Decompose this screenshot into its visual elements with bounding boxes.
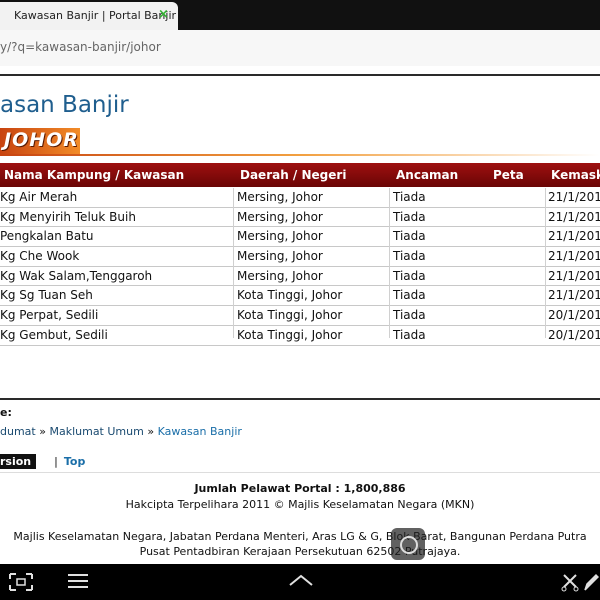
browser-tab[interactable]: Kawasan Banjir | Portal Banjir × xyxy=(0,2,178,30)
table-header-row: Nama Kampung / Kawasan Daerah / Negeri A… xyxy=(0,163,600,187)
cell-daerah: Kota Tinggi, Johor xyxy=(237,308,343,323)
breadcrumb-separator: » xyxy=(143,425,158,438)
system-navigation-bar xyxy=(0,564,600,600)
table-row: Kg Sg Tuan Seh Kota Tinggi, Johor Tiada … xyxy=(0,286,600,307)
cell-ancaman: Tiada xyxy=(393,190,426,204)
cell-ancaman: Tiada xyxy=(393,268,426,283)
close-tab-icon[interactable]: × xyxy=(158,7,169,22)
table-row: Kg Gembut, Sedili Kota Tinggi, Johor Tia… xyxy=(0,326,600,346)
cell-kampung: Pengkalan Batu xyxy=(0,229,94,244)
breadcrumb-heading: e: xyxy=(0,406,12,419)
footer-separator: | xyxy=(54,455,58,468)
breadcrumb: dumat » Maklumat Umum » Kawasan Banjir xyxy=(0,425,242,438)
banner-underline xyxy=(0,154,600,156)
cell-kemaskini: 21/1/201 xyxy=(548,190,600,204)
state-banner: JOHOR xyxy=(0,128,80,154)
page-content: asan Banjir JOHOR Nama Kampung / Kawasan… xyxy=(0,66,600,564)
address-line-1: Majlis Keselamatan Negara, Jabatan Perda… xyxy=(13,530,587,543)
breadcrumb-separator: » xyxy=(35,425,50,438)
address-bar[interactable]: y/?q=kawasan-banjir/johor xyxy=(0,30,600,67)
cell-kemaskini: 20/1/201 xyxy=(548,327,600,342)
cell-daerah: Mersing, Johor xyxy=(237,209,323,224)
cell-daerah: Mersing, Johor xyxy=(237,190,323,204)
cut-icon[interactable] xyxy=(561,572,579,597)
cell-ancaman: Tiada xyxy=(393,209,426,224)
up-chevron-icon[interactable] xyxy=(288,572,314,593)
column-divider xyxy=(233,188,234,338)
cell-kampung: Kg Sg Tuan Seh xyxy=(0,288,93,303)
footer-nav: rsion | Top xyxy=(0,454,85,469)
table-row: Kg Wak Salam,Tenggaroh Mersing, Johor Ti… xyxy=(0,267,600,287)
header-divider xyxy=(0,74,600,76)
cell-daerah: Mersing, Johor xyxy=(237,268,323,283)
cell-daerah: Mersing, Johor xyxy=(237,249,323,264)
pen-icon[interactable] xyxy=(583,572,600,597)
cell-kemaskini: 21/1/201 xyxy=(548,209,600,224)
address-line-2: Pusat Pentadbiran Kerajaan Persekutuan 6… xyxy=(139,545,461,558)
cell-kampung: Kg Gembut, Sedili xyxy=(0,327,108,342)
browser-tab-bar: Kawasan Banjir | Portal Banjir × xyxy=(0,0,600,30)
column-header-ancaman[interactable]: Ancaman xyxy=(396,168,458,182)
column-divider xyxy=(545,188,546,338)
table-row: Kg Che Wook Mersing, Johor Tiada 21/1/20… xyxy=(0,247,600,267)
cell-ancaman: Tiada xyxy=(393,229,426,244)
version-button[interactable]: rsion xyxy=(0,454,37,469)
table-row: Kg Air Merah Mersing, Johor Tiada 21/1/2… xyxy=(0,188,600,208)
cell-kemaskini: 21/1/201 xyxy=(548,288,600,303)
column-header-kampung[interactable]: Nama Kampung / Kawasan xyxy=(4,168,184,182)
cell-daerah: Kota Tinggi, Johor xyxy=(237,288,343,303)
page-title: asan Banjir xyxy=(0,92,129,118)
menu-icon[interactable] xyxy=(67,572,89,595)
cell-kemaskini: 21/1/201 xyxy=(548,249,600,264)
content-divider xyxy=(0,398,600,400)
column-header-peta[interactable]: Peta xyxy=(493,168,524,182)
flood-area-table: Kg Air Merah Mersing, Johor Tiada 21/1/2… xyxy=(0,188,600,346)
cell-kemaskini: 21/1/201 xyxy=(548,229,600,244)
cell-daerah: Mersing, Johor xyxy=(237,229,323,244)
table-row: Kg Menyirih Teluk Buih Mersing, Johor Ti… xyxy=(0,208,600,228)
cell-kampung: Kg Perpat, Sedili xyxy=(0,308,99,323)
cell-kampung: Kg Che Wook xyxy=(0,249,80,264)
cell-kampung: Kg Menyirih Teluk Buih xyxy=(0,209,136,224)
table-row: Pengkalan Batu Mersing, Johor Tiada 21/1… xyxy=(0,227,600,248)
cell-daerah: Kota Tinggi, Johor xyxy=(237,327,343,342)
cell-ancaman: Tiada xyxy=(393,288,426,303)
top-link[interactable]: Top xyxy=(64,455,85,468)
column-header-daerah[interactable]: Daerah / Negeri xyxy=(240,168,346,182)
breadcrumb-link-maklumat[interactable]: Maklumat Umum xyxy=(49,425,143,438)
cell-kampung: Kg Air Merah xyxy=(0,190,78,204)
table-row: Kg Perpat, Sedili Kota Tinggi, Johor Tia… xyxy=(0,306,600,326)
url-text[interactable]: y/?q=kawasan-banjir/johor xyxy=(0,40,161,54)
visitor-count: Jumlah Pelawat Portal : 1,800,886 xyxy=(194,482,406,495)
cell-kampung: Kg Wak Salam,Tenggaroh xyxy=(0,268,153,283)
breadcrumb-link-utama[interactable]: dumat xyxy=(0,425,36,438)
cell-ancaman: Tiada xyxy=(393,327,426,342)
screenshot-icon[interactable] xyxy=(8,572,34,597)
copyright: Hakcipta Terpelihara 2011 © Majlis Kesel… xyxy=(125,498,475,511)
cell-kemaskini: 20/1/201 xyxy=(548,308,600,323)
breadcrumb-current[interactable]: Kawasan Banjir xyxy=(158,425,242,438)
column-header-kemaskini[interactable]: Kemaskin xyxy=(551,168,600,182)
circle-icon xyxy=(400,536,418,554)
cell-ancaman: Tiada xyxy=(393,249,426,264)
floating-action-button[interactable] xyxy=(391,528,425,560)
state-name: JOHOR xyxy=(4,129,79,151)
footer-divider xyxy=(0,472,600,473)
tab-title: Kawasan Banjir | Portal Banjir xyxy=(14,9,177,22)
cell-kemaskini: 21/1/201 xyxy=(548,268,600,283)
cell-ancaman: Tiada xyxy=(393,308,426,323)
column-divider xyxy=(389,188,390,338)
